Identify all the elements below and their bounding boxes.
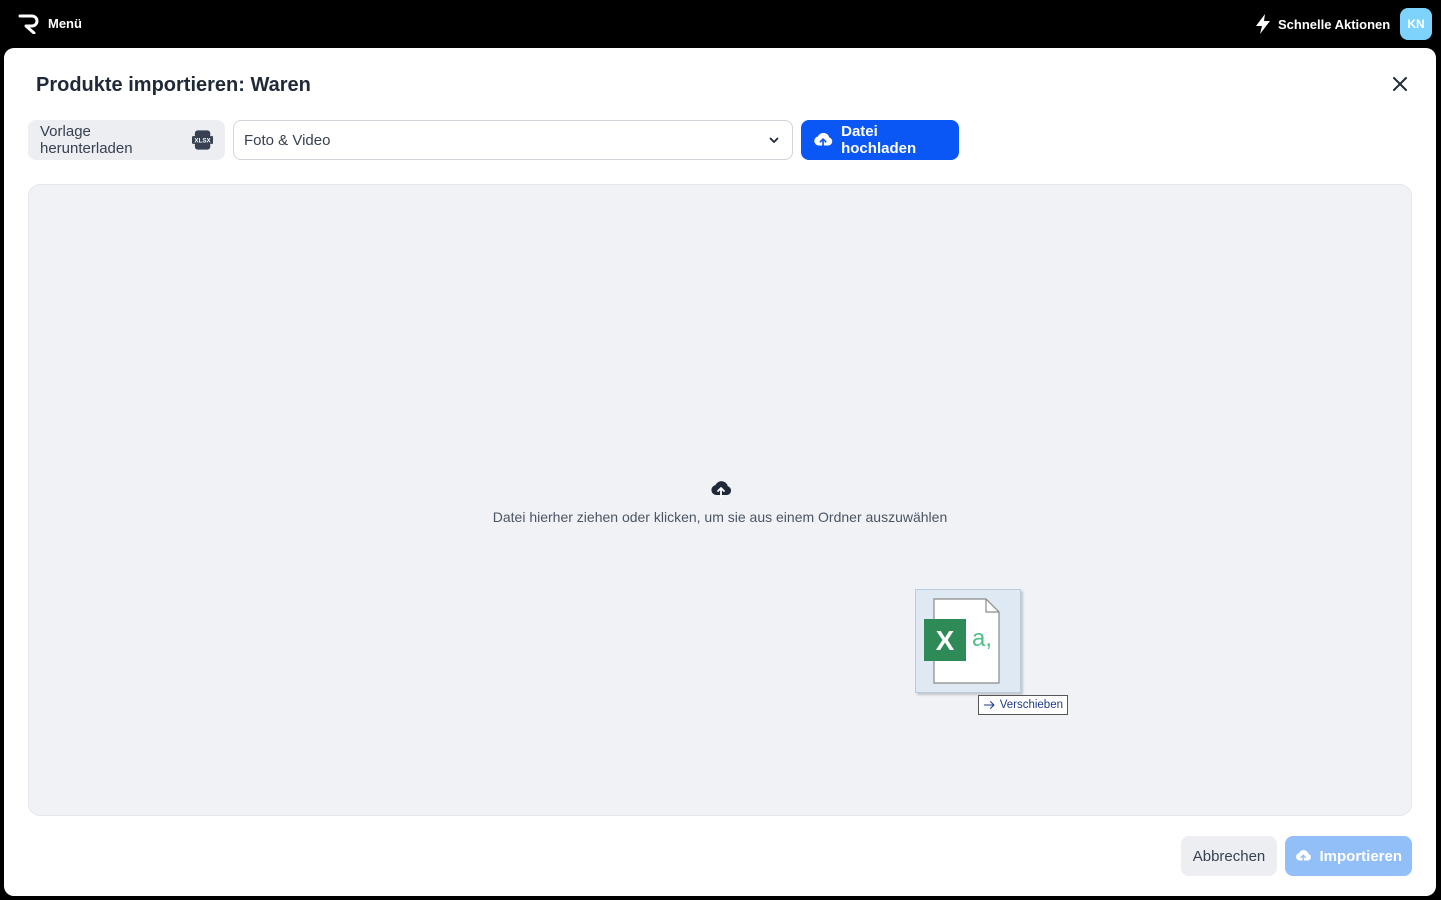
svg-text:a,: a, bbox=[972, 625, 992, 652]
dragged-file-preview: X a, bbox=[915, 589, 1021, 693]
file-dropzone[interactable]: Datei hierher ziehen oder klicken, um si… bbox=[28, 184, 1412, 816]
download-template-label: Vorlage herunterladen bbox=[40, 123, 133, 157]
svg-text:X: X bbox=[936, 625, 955, 656]
import-button[interactable]: Importieren bbox=[1285, 836, 1412, 876]
quick-actions-label: Schnelle Aktionen bbox=[1278, 16, 1391, 32]
drag-move-label: Verschieben bbox=[999, 699, 1063, 711]
import-label: Importieren bbox=[1319, 847, 1402, 865]
modal-title: Produkte importieren: Waren bbox=[36, 74, 311, 96]
chevron-down-icon bbox=[769, 137, 779, 143]
category-select[interactable]: Foto & Video bbox=[233, 120, 793, 160]
excel-file-icon: X a, bbox=[924, 598, 1000, 684]
download-template-button[interactable]: Vorlage herunterladen XLSX bbox=[28, 120, 225, 160]
cloud-upload-icon bbox=[814, 132, 833, 148]
close-icon[interactable] bbox=[1390, 74, 1410, 94]
upload-file-button[interactable]: Datei hochladen bbox=[801, 120, 959, 160]
avatar[interactable]: KN bbox=[1400, 8, 1432, 40]
upload-file-label: Datei hochladen bbox=[841, 123, 917, 157]
lightning-icon bbox=[1256, 14, 1270, 34]
top-bar: Menü Schnelle Aktionen KN bbox=[0, 0, 1441, 48]
cancel-button[interactable]: Abbrechen bbox=[1181, 836, 1277, 876]
quick-actions-button[interactable]: Schnelle Aktionen bbox=[1254, 12, 1390, 36]
xlsx-icon: XLSX bbox=[191, 130, 213, 150]
menu-button[interactable]: Menü bbox=[48, 16, 82, 31]
cloud-upload-icon bbox=[711, 481, 732, 498]
dropzone-text: Datei hierher ziehen oder klicken, um si… bbox=[492, 509, 948, 525]
svg-text:XLSX: XLSX bbox=[194, 137, 211, 144]
logo-icon[interactable] bbox=[18, 12, 40, 34]
drag-move-tooltip: Verschieben bbox=[978, 695, 1068, 715]
arrow-right-icon bbox=[983, 700, 995, 710]
import-modal: Produkte importieren: Waren Vorlage heru… bbox=[4, 48, 1436, 896]
category-select-value: Foto & Video bbox=[244, 131, 331, 149]
cloud-upload-icon bbox=[1296, 850, 1311, 862]
